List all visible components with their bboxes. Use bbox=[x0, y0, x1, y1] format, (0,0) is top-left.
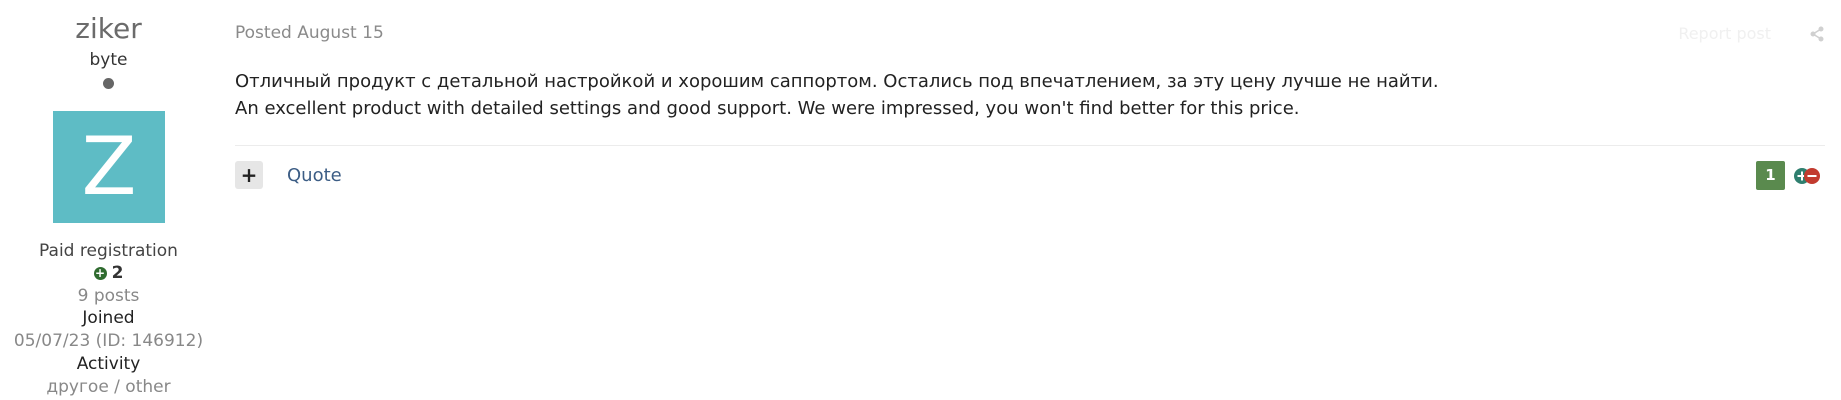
online-status-indicator bbox=[103, 78, 114, 89]
post-date-value[interactable]: August 15 bbox=[297, 23, 384, 43]
multiquote-button[interactable]: + bbox=[235, 161, 263, 189]
quote-link[interactable]: Quote bbox=[287, 165, 342, 187]
plus-circle-icon: + bbox=[93, 266, 107, 280]
joined-value: 05/07/23 (ID: 146912) bbox=[13, 331, 204, 351]
dislike-icon bbox=[1804, 168, 1820, 184]
reaction-count-badge[interactable]: 1 bbox=[1756, 161, 1785, 190]
activity-label: Activity bbox=[76, 354, 141, 374]
joined-label: Joined bbox=[82, 308, 135, 328]
post-footer-divider bbox=[235, 145, 1825, 146]
post-paragraph-en: An excellent product with detailed setti… bbox=[235, 98, 1300, 119]
member-group: Paid registration bbox=[39, 241, 178, 261]
author-name[interactable]: ziker bbox=[0, 12, 217, 46]
reaction-vote-icons[interactable] bbox=[1793, 166, 1821, 186]
post-date: Posted August 15 bbox=[235, 22, 384, 44]
plus-icon: + bbox=[240, 163, 258, 187]
posted-prefix: Posted bbox=[235, 23, 292, 43]
activity-value: другое / other bbox=[46, 377, 171, 397]
avatar[interactable]: Z bbox=[53, 111, 165, 223]
share-icon[interactable] bbox=[1809, 26, 1825, 42]
reputation-value: 2 bbox=[111, 263, 124, 283]
post-paragraph-ru: Отличный продукт с детальной настройкой … bbox=[235, 71, 1439, 92]
post-content: Отличный продукт с детальной настройкой … bbox=[235, 68, 1795, 122]
author-rank: byte bbox=[89, 50, 128, 70]
post-count: 9 posts bbox=[77, 286, 140, 306]
report-post-link[interactable]: Report post bbox=[1678, 24, 1771, 44]
reputation: +2 bbox=[0, 262, 217, 284]
